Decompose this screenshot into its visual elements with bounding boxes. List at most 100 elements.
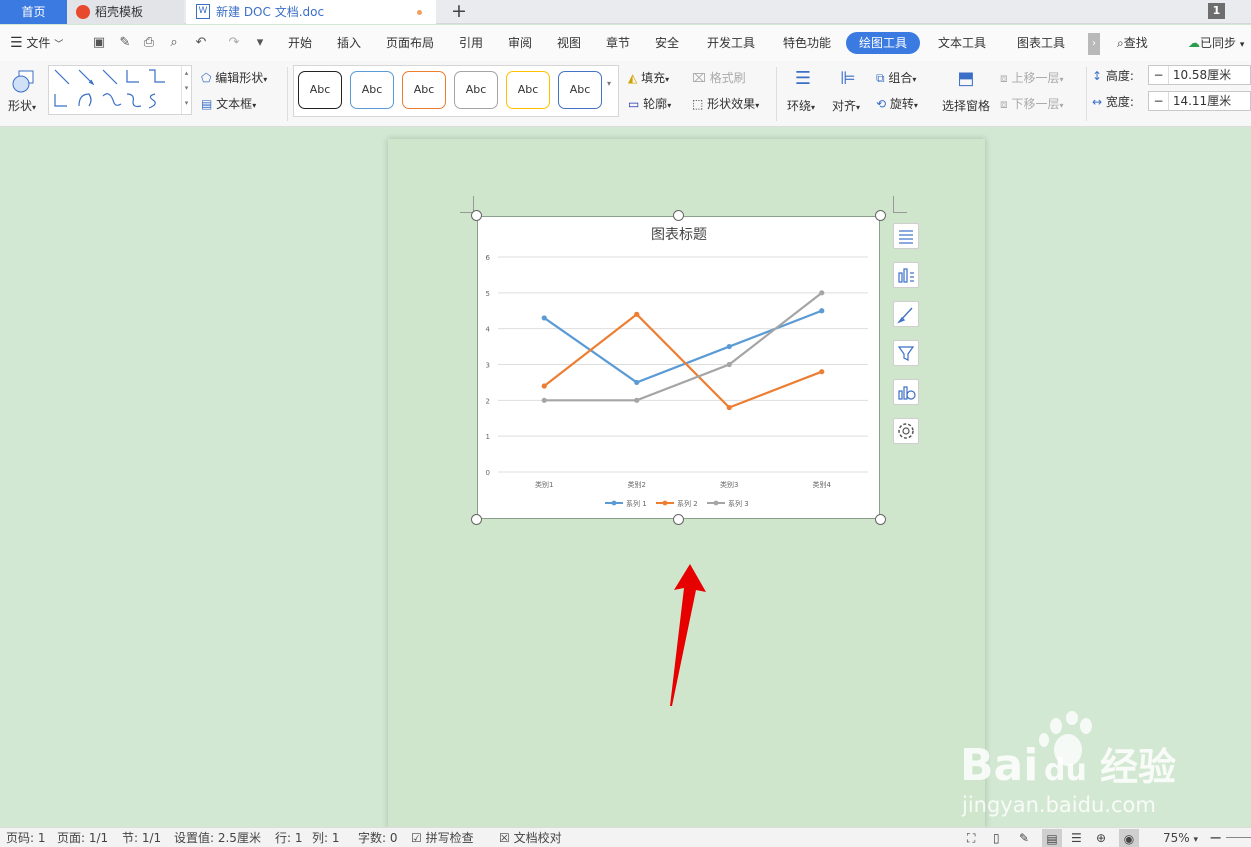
data-point[interactable]: [726, 404, 732, 411]
tab-template[interactable]: 稻壳模板: [67, 0, 184, 24]
format-painter-icon[interactable]: ✎: [117, 35, 133, 51]
chart-settings-gear-icon[interactable]: [893, 418, 919, 444]
resize-handle-sw[interactable]: [471, 514, 482, 525]
fill-button[interactable]: ◭ 填充▾: [628, 69, 669, 86]
menu-tab-drawing-tools[interactable]: 绘图工具: [846, 32, 920, 54]
bring-forward-button[interactable]: ⧈ 上移一层▾: [1000, 69, 1064, 86]
line-shapes-gallery[interactable]: ▴ ▾ ▾: [48, 65, 192, 115]
eye-protection-icon[interactable]: ◉: [1119, 829, 1139, 847]
outline-view-icon[interactable]: ☰: [1071, 828, 1082, 847]
save-icon[interactable]: ▣: [91, 35, 107, 51]
menu-tab-page-layout[interactable]: 页面布局: [386, 25, 434, 61]
data-point[interactable]: [726, 361, 732, 368]
write-mode-icon[interactable]: ✎: [1019, 828, 1029, 847]
chart-styles-brush-icon[interactable]: [893, 301, 919, 327]
status-column[interactable]: 列: 1: [312, 828, 340, 847]
status-word-count[interactable]: 字数: 0: [358, 828, 398, 847]
outline-button[interactable]: ▭ 轮廓▾: [628, 95, 671, 112]
shape-effect-button[interactable]: ⬚ 形状效果▾: [692, 95, 759, 112]
customize-quick-access-icon[interactable]: ▾: [252, 35, 268, 51]
width-decrease-button[interactable]: −: [1149, 92, 1169, 110]
tab-home[interactable]: 首页: [0, 0, 67, 24]
shape-insert-icon[interactable]: [11, 68, 37, 94]
data-point[interactable]: [541, 383, 547, 389]
send-backward-button[interactable]: ⧈ 下移一层▾: [1000, 95, 1064, 112]
search-button[interactable]: ⌕查找: [1117, 25, 1148, 61]
rotate-button[interactable]: ⟲ 旋转▾: [876, 95, 918, 112]
menu-tab-features[interactable]: 特色功能: [783, 25, 831, 61]
status-section[interactable]: 节: 1/1: [122, 828, 161, 847]
zoom-out-button[interactable]: −: [1209, 828, 1222, 847]
height-decrease-button[interactable]: −: [1149, 66, 1169, 84]
line-chart[interactable]: 0 1 2 3 4 5 6 类别1 类别2 类别3 类别4 系列 1 系列 2 系列 3 图表标题: [477, 216, 880, 519]
tab-document[interactable]: W 新建 DOC 文档.doc: [186, 0, 436, 24]
series-line-1[interactable]: [543, 309, 823, 384]
wrap-text-icon[interactable]: ☰: [791, 68, 815, 90]
new-tab-button[interactable]: +: [448, 1, 470, 23]
data-point[interactable]: [726, 343, 732, 350]
align-icon[interactable]: ⊫: [836, 68, 860, 90]
menu-scroll-right-icon[interactable]: ›: [1088, 33, 1100, 55]
redo-icon[interactable]: ↷: [226, 35, 242, 51]
menu-tab-chapter[interactable]: 章节: [606, 25, 630, 61]
web-view-icon[interactable]: ⊕: [1096, 828, 1106, 847]
gallery-scroll-icon[interactable]: ▴ ▾ ▾: [181, 66, 191, 114]
layout-options-icon[interactable]: [893, 223, 919, 249]
status-page-number[interactable]: 页码: 1: [6, 828, 46, 847]
menu-tab-developer[interactable]: 开发工具: [707, 25, 755, 61]
resize-handle-se[interactable]: [875, 514, 886, 525]
styles-more-icon[interactable]: ▾: [607, 79, 611, 88]
status-pages[interactable]: 页面: 1/1: [57, 828, 108, 847]
width-spinbox[interactable]: − 14.11厘米: [1148, 91, 1251, 111]
textbox-button[interactable]: ▤ 文本框▾: [201, 95, 256, 112]
fullscreen-icon[interactable]: ⛶: [967, 828, 975, 847]
data-point[interactable]: [634, 379, 640, 386]
zoom-level[interactable]: 75% ▾: [1163, 828, 1198, 847]
menu-tab-security[interactable]: 安全: [655, 25, 679, 61]
online-chart-icon[interactable]: [893, 379, 919, 405]
menu-tab-chart-tools[interactable]: 图表工具: [1017, 25, 1065, 61]
document-proofread-button[interactable]: ☒ 文档校对: [499, 828, 562, 847]
data-point[interactable]: [541, 397, 547, 403]
width-value[interactable]: 14.11厘米: [1173, 94, 1231, 108]
shape-style-1[interactable]: Abc: [298, 71, 342, 109]
window-count-badge[interactable]: 1: [1208, 3, 1225, 19]
resize-handle-n[interactable]: [673, 210, 684, 221]
spell-check-button[interactable]: ☑ 拼写检查: [411, 828, 474, 847]
data-point[interactable]: [819, 308, 825, 314]
shape-style-2[interactable]: Abc: [350, 71, 394, 109]
print-preview-icon[interactable]: ⌕: [166, 35, 182, 51]
status-setting[interactable]: 设置值: 2.5厘米: [174, 828, 261, 847]
shape-style-6[interactable]: Abc: [558, 71, 602, 109]
undo-icon[interactable]: ↶: [193, 35, 209, 51]
chart-title[interactable]: 图表标题: [651, 227, 707, 243]
menu-tab-references[interactable]: 引用: [459, 25, 483, 61]
chart-elements-icon[interactable]: [893, 262, 919, 288]
status-row[interactable]: 行: 1: [275, 828, 303, 847]
shape-style-3[interactable]: Abc: [402, 71, 446, 109]
data-point[interactable]: [634, 397, 640, 403]
data-point[interactable]: [634, 311, 640, 317]
wrap-button[interactable]: 环绕▾: [787, 97, 815, 114]
shape-style-4[interactable]: Abc: [454, 71, 498, 109]
print-icon[interactable]: ⎙: [141, 35, 157, 51]
data-point[interactable]: [819, 290, 825, 296]
group-button[interactable]: ⧉ 组合▾: [876, 69, 916, 86]
data-point[interactable]: [819, 369, 825, 375]
resize-handle-ne[interactable]: [875, 210, 886, 221]
edit-shape-button[interactable]: ⬠ 编辑形状▾: [201, 69, 267, 86]
selection-pane-icon[interactable]: ⬒: [953, 68, 979, 90]
sync-button[interactable]: ☁已同步 ▾: [1188, 25, 1244, 61]
menu-tab-home[interactable]: 开始: [288, 25, 312, 61]
menu-tab-insert[interactable]: 插入: [337, 25, 361, 61]
zoom-slider[interactable]: [1226, 837, 1251, 838]
format-brush-button[interactable]: ⌧ 格式刷: [692, 69, 746, 86]
file-menu[interactable]: ☰ 文件 ﹀: [10, 25, 63, 61]
menu-tab-view[interactable]: 视图: [557, 25, 581, 61]
page-view-icon[interactable]: ▤: [1042, 829, 1062, 847]
shape-button[interactable]: 形状▾: [8, 97, 36, 114]
data-point[interactable]: [541, 315, 547, 321]
read-mode-icon[interactable]: ▯: [993, 828, 1000, 847]
chart-filter-icon[interactable]: [893, 340, 919, 366]
selection-pane-button[interactable]: 选择窗格: [942, 97, 990, 114]
